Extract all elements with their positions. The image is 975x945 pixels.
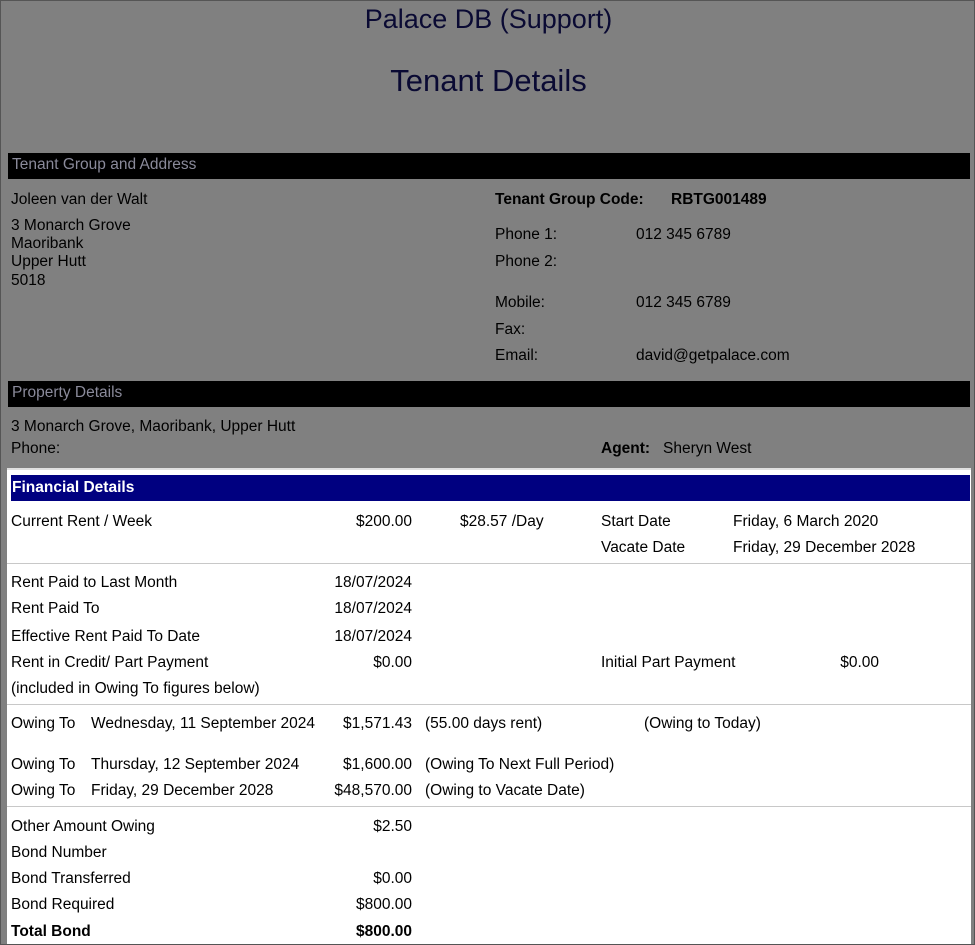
address-postcode: 5018 — [11, 272, 46, 289]
phone1-value: 012 345 6789 — [636, 226, 731, 243]
agent-label: Agent: — [601, 440, 651, 457]
other-amount-owing-label: Other Amount Owing — [11, 818, 155, 835]
tenant-group-code: RBTG001489 — [671, 191, 767, 208]
rent-credit-label: Rent in Credit/ Part Payment — [11, 654, 209, 671]
address-line-1: 3 Monarch Grove — [11, 217, 131, 234]
owing-to-label: Owing To — [11, 756, 76, 773]
email-label: Email: — [495, 347, 539, 364]
app-title: Palace DB (Support) — [364, 4, 613, 34]
owing-to-note: (55.00 days rent) — [425, 715, 543, 732]
current-rent-value: $200.00 — [355, 513, 412, 530]
bond-transferred-label: Bond Transferred — [11, 870, 131, 887]
owing-to-label: Owing To — [11, 782, 76, 799]
report-page: Palace DB (Support) Tenant Details Tenan… — [0, 0, 975, 945]
effective-rent-label: Effective Rent Paid To Date — [11, 628, 200, 645]
owing-to-label: Owing To — [11, 715, 76, 732]
fax-label: Fax: — [495, 321, 526, 338]
address-line-2: Maoribank — [11, 235, 84, 252]
tenant-group-code-label: Tenant Group Code: — [495, 191, 644, 208]
effective-rent-value: 18/07/2024 — [334, 628, 412, 645]
report-title: Tenant Details — [390, 63, 587, 98]
owing-to-note: (Owing to Vacate Date) — [425, 782, 585, 799]
bond-transferred-value: $0.00 — [373, 870, 412, 887]
phone1-label: Phone 1: — [495, 226, 558, 243]
divider — [7, 563, 971, 564]
total-bond-label: Total Bond — [11, 923, 91, 940]
rent-paid-last-month-value: 18/07/2024 — [334, 574, 412, 591]
bond-required-value: $800.00 — [355, 896, 412, 913]
tenant-name: Joleen van der Walt — [11, 191, 148, 208]
owing-to-extra: (Owing to Today) — [644, 715, 761, 732]
section-header-tenant-group: Tenant Group and Address — [8, 153, 970, 179]
owing-to-amount: $1,600.00 — [343, 756, 412, 773]
agent-name: Sheryn West — [663, 440, 752, 457]
property-address: 3 Monarch Grove, Maoribank, Upper Hutt — [11, 418, 296, 435]
rent-paid-to-value: 18/07/2024 — [334, 600, 412, 617]
initial-part-payment-value: $0.00 — [840, 654, 879, 671]
property-phone-label: Phone: — [11, 440, 61, 457]
rent-per-day: $28.57 /Day — [460, 513, 544, 530]
owing-to-note: (Owing To Next Full Period) — [425, 756, 615, 773]
rent-credit-value: $0.00 — [373, 654, 412, 671]
divider — [7, 806, 971, 807]
vacate-date-label: Vacate Date — [601, 539, 686, 556]
initial-part-payment-label: Initial Part Payment — [601, 654, 736, 671]
email-value: david@getpalace.com — [636, 347, 790, 364]
financial-details-panel: Financial Details Current Rent / Week $2… — [7, 468, 971, 944]
start-date-label: Start Date — [601, 513, 671, 530]
vacate-date-value: Friday, 29 December 2028 — [733, 539, 916, 556]
divider — [7, 704, 971, 705]
owing-to-date: Wednesday, 11 September 2024 — [91, 715, 316, 732]
mobile-value: 012 345 6789 — [636, 294, 731, 311]
mobile-label: Mobile: — [495, 294, 545, 311]
section-header-property: Property Details — [8, 381, 970, 407]
phone2-label: Phone 2: — [495, 253, 558, 270]
rent-paid-to-label: Rent Paid To — [11, 600, 100, 617]
owing-to-date: Friday, 29 December 2028 — [91, 782, 274, 799]
rent-credit-note: (included in Owing To figures below) — [11, 680, 260, 697]
bond-required-label: Bond Required — [11, 896, 115, 913]
address-line-3: Upper Hutt — [11, 253, 86, 270]
owing-to-date: Thursday, 12 September 2024 — [91, 756, 300, 773]
current-rent-label: Current Rent / Week — [11, 513, 152, 530]
owing-to-amount: $48,570.00 — [334, 782, 412, 799]
rent-paid-last-month-label: Rent Paid to Last Month — [11, 574, 178, 591]
owing-to-amount: $1,571.43 — [343, 715, 412, 732]
other-amount-owing-value: $2.50 — [373, 818, 412, 835]
section-header-financial: Financial Details — [11, 475, 970, 501]
total-bond-value: $800.00 — [355, 923, 412, 940]
bond-number-label: Bond Number — [11, 844, 107, 861]
start-date-value: Friday, 6 March 2020 — [733, 513, 879, 530]
